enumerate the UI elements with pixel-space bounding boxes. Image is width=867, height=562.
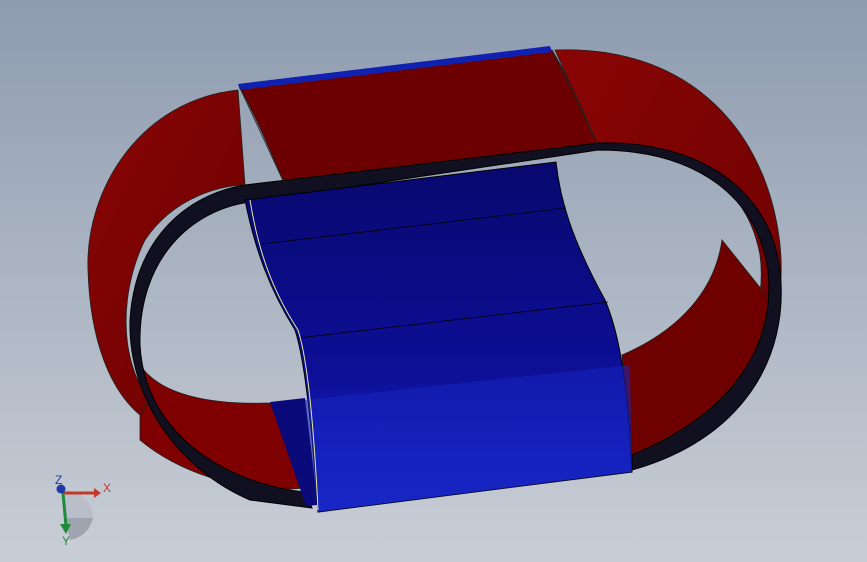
y-axis-label: Y <box>62 534 70 548</box>
3d-viewport[interactable]: X Y Z <box>0 0 867 562</box>
z-axis-label: Z <box>55 473 62 487</box>
x-axis-label: X <box>103 481 111 495</box>
viewport-canvas[interactable]: X Y Z <box>0 0 867 562</box>
